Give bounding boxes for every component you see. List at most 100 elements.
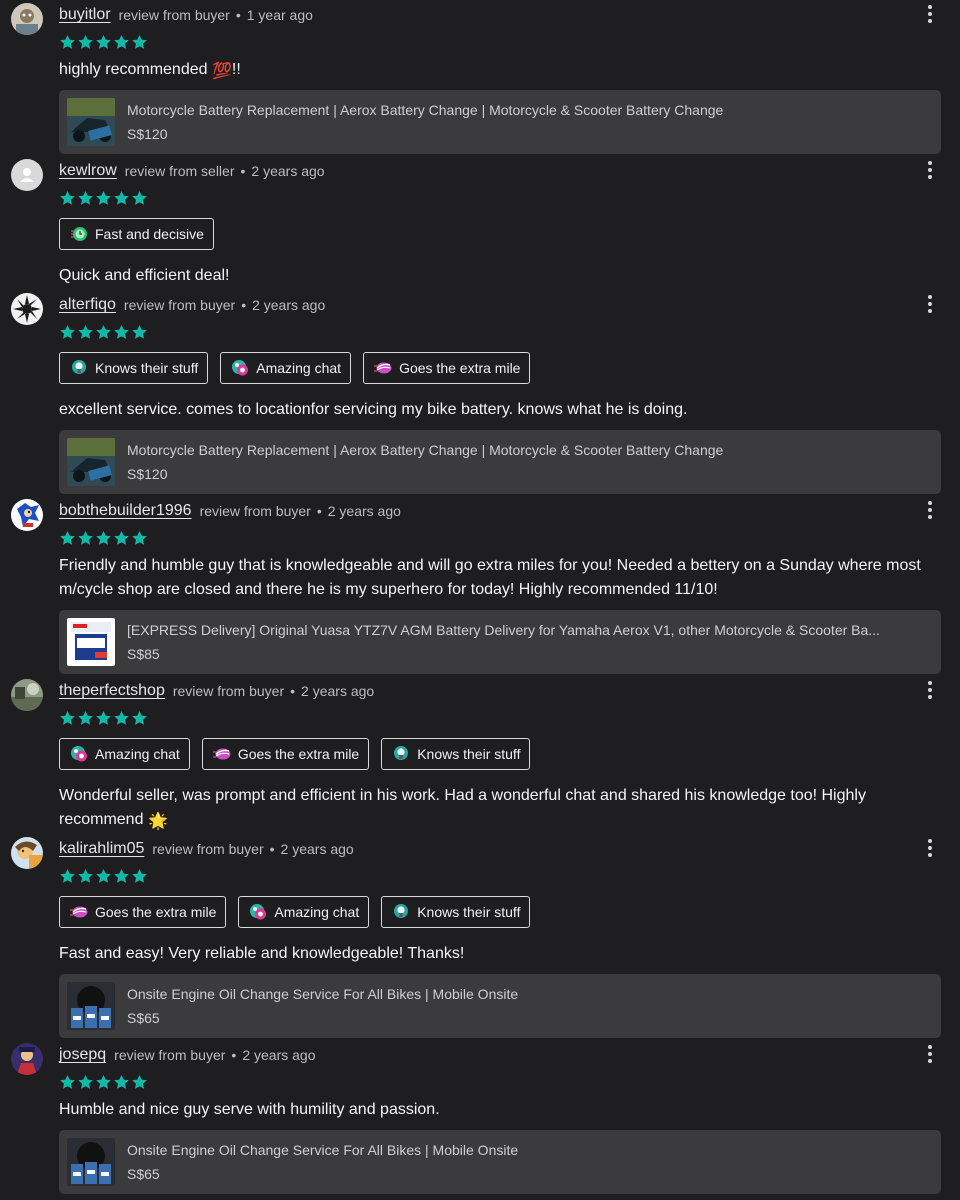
review-text: Friendly and humble guy that is knowledg… <box>59 557 921 598</box>
username-link[interactable]: kalirahlim05 <box>59 840 144 858</box>
tag-goes-the-extra-mile[interactable]: Goes the extra mile <box>363 352 531 384</box>
listing-price: S$120 <box>127 126 168 142</box>
tag-amazing-chat[interactable]: Amazing chat <box>59 738 190 770</box>
tag-knows-their-stuff[interactable]: Knows their stuff <box>59 352 209 384</box>
tag-label: Knows their stuff <box>95 360 199 376</box>
rocket-icon <box>374 359 392 377</box>
star-icon <box>77 1074 94 1090</box>
star-icon <box>95 868 112 884</box>
avatar[interactable] <box>11 499 43 531</box>
separator-dot: • <box>316 503 322 519</box>
tag-knows-their-stuff[interactable]: Knows their stuff <box>381 738 531 770</box>
avatar[interactable] <box>11 293 43 325</box>
listing-thumbnail-motorcycle <box>67 438 115 486</box>
star-rating <box>59 530 148 546</box>
star-icon <box>77 868 94 884</box>
review-text: Quick and efficient deal! <box>59 267 230 284</box>
avatar[interactable] <box>11 3 43 35</box>
separator-dot: • <box>269 841 275 857</box>
tag-label: Goes the extra mile <box>95 904 217 920</box>
listing-card[interactable]: Motorcycle Battery Replacement | Aerox B… <box>59 430 941 494</box>
tag-label: Goes the extra mile <box>399 360 521 376</box>
listing-thumbnail-engine-oil <box>67 1138 115 1186</box>
review-text-body: Wonderful seller, was prompt and efficie… <box>59 787 866 828</box>
listing-card[interactable]: Onsite Engine Oil Change Service For All… <box>59 974 941 1038</box>
username-link[interactable]: kewlrow <box>59 162 117 180</box>
more-options-icon[interactable] <box>920 678 940 702</box>
star-icon <box>95 190 112 206</box>
star-icon <box>59 324 76 340</box>
listing-title: Onsite Engine Oil Change Service For All… <box>127 986 519 1002</box>
review-text: Humble and nice guy serve with humility … <box>59 1101 440 1118</box>
review-time: 2 years ago <box>251 163 325 179</box>
username-link[interactable]: theperfectshop <box>59 682 165 700</box>
separator-dot: • <box>240 163 246 179</box>
tag-label: Amazing chat <box>256 360 342 376</box>
tag-amazing-chat[interactable]: Amazing chat <box>238 896 370 928</box>
avatar[interactable] <box>11 679 43 711</box>
review-header: kalirahlim05 review from buyer • 2 years… <box>59 838 354 860</box>
more-options-icon[interactable] <box>920 1042 940 1066</box>
review-text-suffix: !! <box>231 61 241 78</box>
review-time: 2 years ago <box>301 683 375 699</box>
review-type: review from buyer <box>199 503 311 519</box>
listing-thumbnail-engine-oil <box>67 982 115 1030</box>
star-rating <box>59 868 148 884</box>
lightbulb-icon <box>392 745 410 763</box>
review-header: josepq review from buyer • 2 years ago <box>59 1044 316 1066</box>
username-link[interactable]: alterfiqo <box>59 296 116 314</box>
tag-goes-the-extra-mile[interactable]: Goes the extra mile <box>201 738 370 770</box>
review-text: excellent service. comes to locationfor … <box>59 401 688 418</box>
star-icon <box>59 710 76 726</box>
listing-price: S$65 <box>127 1166 160 1182</box>
username-link[interactable]: bobthebuilder1996 <box>59 502 192 520</box>
tag-knows-their-stuff[interactable]: Knows their stuff <box>381 896 531 928</box>
username-link[interactable]: josepq <box>59 1046 106 1064</box>
listing-card[interactable]: [EXPRESS Delivery] Original Yuasa YTZ7V … <box>59 610 941 674</box>
review-time: 2 years ago <box>280 841 354 857</box>
star-icon <box>113 1074 130 1090</box>
tag-label: Knows their stuff <box>417 904 521 920</box>
separator-dot: • <box>235 7 241 23</box>
more-options-icon[interactable] <box>920 498 940 522</box>
star-icon <box>77 34 94 50</box>
review-header: theperfectshop review from buyer • 2 yea… <box>59 680 374 702</box>
separator-dot: • <box>241 297 247 313</box>
lightbulb-icon <box>392 903 410 921</box>
review-type: review from buyer <box>114 1047 226 1063</box>
avatar[interactable] <box>11 837 43 869</box>
listing-price: S$120 <box>127 466 168 482</box>
review-header: alterfiqo review from buyer • 2 years ag… <box>59 294 325 316</box>
separator-dot: • <box>231 1047 237 1063</box>
listing-card[interactable]: Onsite Engine Oil Change Service For All… <box>59 1130 941 1194</box>
username-link[interactable]: buyitlor <box>59 6 111 24</box>
star-icon <box>59 190 76 206</box>
star-icon <box>131 868 148 884</box>
avatar[interactable] <box>11 1043 43 1075</box>
star-rating <box>59 1074 148 1090</box>
rocket-icon <box>70 903 88 921</box>
star-icon <box>95 324 112 340</box>
star-icon <box>113 190 130 206</box>
review-type: review from buyer <box>152 841 264 857</box>
more-options-icon[interactable] <box>920 292 940 316</box>
tag-goes-the-extra-mile[interactable]: Goes the extra mile <box>59 896 227 928</box>
avatar-placeholder[interactable] <box>11 159 43 191</box>
review-header: kewlrow review from seller • 2 years ago <box>59 160 325 182</box>
more-options-icon[interactable] <box>920 158 940 182</box>
star-icon <box>131 190 148 206</box>
tag-fast-and-decisive[interactable]: Fast and decisive <box>59 218 214 250</box>
tag-label: Fast and decisive <box>95 226 204 242</box>
tag-amazing-chat[interactable]: Amazing chat <box>220 352 352 384</box>
star-icon <box>77 324 94 340</box>
tag-label: Amazing chat <box>274 904 360 920</box>
listing-title: [EXPRESS Delivery] Original Yuasa YTZ7V … <box>127 622 880 638</box>
listing-card[interactable]: Motorcycle Battery Replacement | Aerox B… <box>59 90 941 154</box>
more-options-icon[interactable] <box>920 2 940 26</box>
listing-title: Motorcycle Battery Replacement | Aerox B… <box>127 102 724 118</box>
lightbulb-icon <box>70 359 88 377</box>
star-icon <box>59 34 76 50</box>
more-options-icon[interactable] <box>920 836 940 860</box>
review-type: review from seller <box>124 163 235 179</box>
star-icon <box>113 868 130 884</box>
